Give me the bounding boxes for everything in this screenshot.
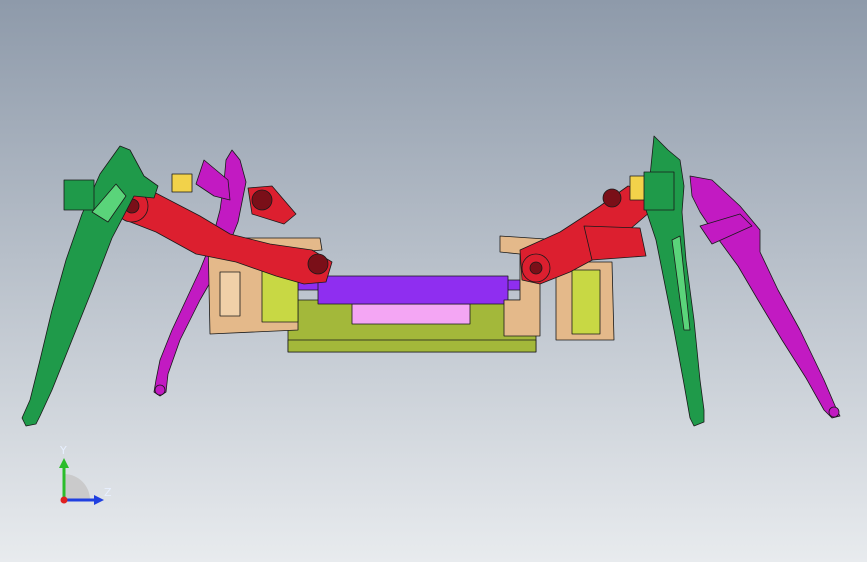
cad-graphics-viewport[interactable]: Y Z (0, 0, 867, 562)
z-axis-label: Z (104, 486, 112, 499)
center-block (351, 303, 471, 325)
y-axis-label: Y (59, 444, 67, 457)
right-servo-body (571, 269, 601, 335)
left-hinge (171, 173, 193, 193)
x-axis-origin-dot (60, 496, 68, 504)
viewport-canvas[interactable]: Y Z (0, 0, 867, 562)
